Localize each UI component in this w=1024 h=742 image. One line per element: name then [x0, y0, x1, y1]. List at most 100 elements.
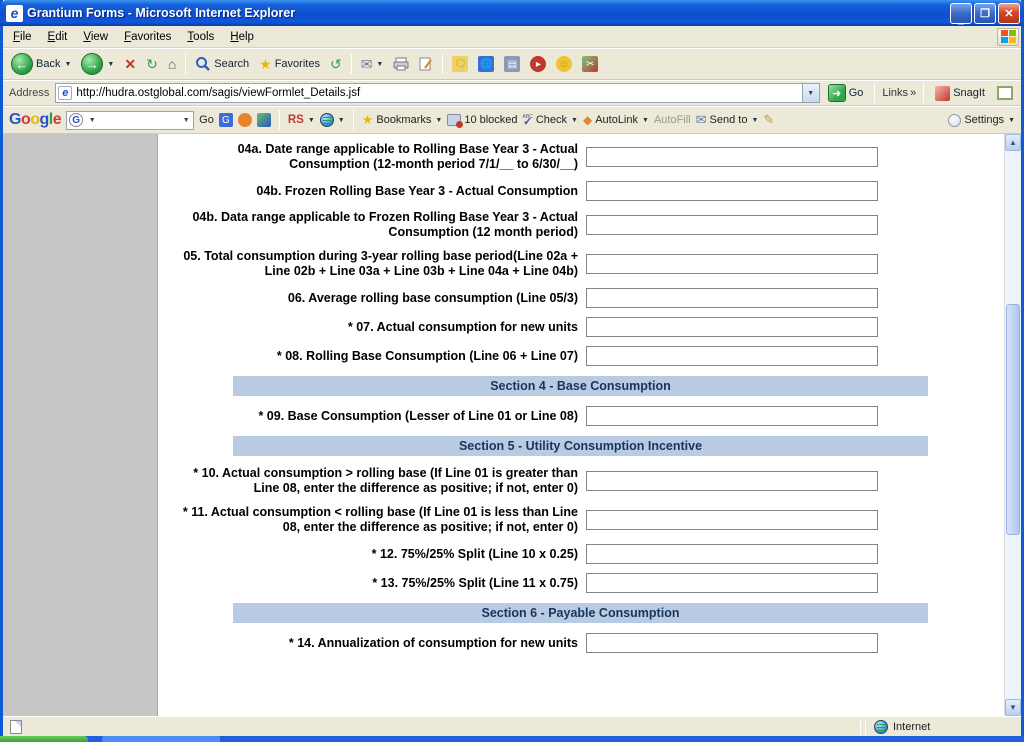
smiley-icon: ☺ — [556, 56, 572, 72]
bookmarks-label: Bookmarks — [376, 114, 431, 126]
settings-button[interactable]: Settings ▼ — [948, 114, 1015, 127]
google-search-input[interactable] — [99, 113, 179, 128]
toolbar-separator — [185, 54, 186, 74]
field-input[interactable] — [586, 215, 878, 235]
field-input[interactable] — [586, 510, 878, 530]
address-dropdown-button[interactable]: ▼ — [802, 84, 819, 102]
page-content: 04a. Date range applicable to Rolling Ba… — [3, 134, 1021, 716]
realplayer-icon: ▸ — [530, 56, 546, 72]
google-logo-letter: e — [53, 111, 61, 128]
forward-button[interactable]: → ▼ — [77, 52, 118, 76]
form-row: * 12. 75%/25% Split (Line 10 x 0.25) — [168, 544, 928, 564]
search-icon — [195, 56, 211, 72]
field-input[interactable] — [586, 346, 878, 366]
field-label: * 09. Base Consumption (Lesser of Line 0… — [168, 409, 578, 424]
autofill-button[interactable]: AutoFill — [654, 114, 691, 126]
edit-button[interactable] — [415, 56, 437, 72]
address-input[interactable] — [76, 85, 801, 101]
star-icon: ★ — [362, 112, 374, 128]
menu-edit[interactable]: Edit — [40, 28, 76, 46]
menu-tools[interactable]: Tools — [179, 28, 222, 46]
research-button[interactable]: ▤ — [500, 55, 524, 73]
google-toolbar: Google G ▼ ▼ Go G RS ▼ ▼ ★ Bookmarks ▼ — [3, 106, 1021, 134]
lucky-icon[interactable] — [238, 113, 252, 127]
snagit-button[interactable]: SnagIt — [931, 85, 989, 102]
discuss-button[interactable]: 🗨 — [448, 55, 472, 73]
minimize-button[interactable]: _ — [950, 3, 972, 24]
menu-file[interactable]: File — [5, 28, 40, 46]
menu-help[interactable]: Help — [222, 28, 262, 46]
field-input[interactable] — [586, 471, 878, 491]
google-search-box: G ▼ ▼ — [66, 111, 194, 130]
mail-button[interactable]: ✉ ▼ — [357, 55, 388, 73]
go-icon: ➜ — [828, 84, 846, 102]
window-capture-icon — [997, 86, 1013, 100]
field-input-cell — [586, 317, 878, 337]
refresh-button[interactable]: ↻ — [142, 55, 162, 73]
chevron-down-icon: ▼ — [571, 117, 578, 124]
menu-view[interactable]: View — [75, 28, 116, 46]
settings-orb-icon — [948, 114, 961, 127]
field-input[interactable] — [586, 633, 878, 653]
messenger-button[interactable]: 🌐 — [474, 55, 498, 73]
chevron-down-icon: ▼ — [107, 61, 114, 68]
print-button[interactable] — [389, 56, 413, 72]
field-input[interactable] — [586, 288, 878, 308]
news-icon[interactable] — [257, 113, 271, 127]
spellcheck-button[interactable]: ABC✓ Check ▼ — [523, 114, 578, 126]
field-input[interactable] — [586, 181, 878, 201]
field-label: * 08. Rolling Base Consumption (Line 06 … — [168, 349, 578, 364]
snagit-window-button[interactable] — [993, 85, 1017, 101]
search-button[interactable]: Search — [191, 55, 253, 73]
google-logo-letter: G — [9, 111, 21, 128]
field-input-cell — [586, 471, 878, 491]
field-input[interactable] — [586, 544, 878, 564]
field-input[interactable] — [586, 147, 878, 167]
rss-button[interactable]: RS ▼ — [288, 114, 315, 126]
back-button[interactable]: ← Back ▼ — [7, 52, 75, 76]
highlighter-icon[interactable]: ✎ — [763, 112, 774, 128]
close-button[interactable]: ✕ — [998, 3, 1020, 24]
favorites-button[interactable]: ★ Favorites — [255, 55, 324, 73]
home-button[interactable]: ⌂ — [164, 55, 180, 73]
vertical-scrollbar[interactable]: ▲ ▼ — [1004, 134, 1021, 716]
start-button-edge[interactable] — [0, 736, 88, 742]
bookmarks-button[interactable]: ★ Bookmarks ▼ — [362, 112, 443, 128]
stop-button[interactable]: ✕ — [120, 55, 140, 73]
site-globe-button[interactable]: ▼ — [320, 113, 345, 127]
go-button[interactable]: ➜ Go — [824, 83, 868, 103]
blocked-label: 10 blocked — [464, 114, 517, 126]
links-button[interactable]: Links » — [882, 87, 916, 99]
realplayer-button[interactable]: ▸ — [526, 55, 550, 73]
window-title: Grantium Forms - Microsoft Internet Expl… — [27, 6, 950, 20]
popup-blocker-button[interactable]: 10 blocked — [447, 114, 517, 126]
scrollbar-track[interactable] — [1005, 151, 1021, 699]
taskbar-sliver — [0, 736, 1024, 742]
scroll-down-button[interactable]: ▼ — [1005, 699, 1021, 716]
google-go-button[interactable]: Go — [199, 114, 214, 126]
refresh-icon: ↻ — [146, 56, 158, 72]
history-button[interactable]: ↺ — [326, 55, 346, 73]
scrollbar-thumb[interactable] — [1006, 304, 1020, 534]
field-input-cell — [586, 181, 878, 201]
wand-icon: ◆ — [583, 113, 592, 127]
form-row: * 10. Actual consumption > rolling base … — [168, 466, 928, 496]
field-input[interactable] — [586, 254, 878, 274]
field-input[interactable] — [586, 317, 878, 337]
form-row: 04a. Date range applicable to Rolling Ba… — [168, 142, 928, 172]
maximize-button[interactable]: ❐ — [974, 3, 996, 24]
research-icon: ▤ — [504, 56, 520, 72]
msn-button[interactable]: ☺ — [552, 55, 576, 73]
field-input[interactable] — [586, 406, 878, 426]
taskbar-window-button-edge[interactable] — [102, 736, 220, 742]
autolink-button[interactable]: ◆ AutoLink ▼ — [583, 113, 649, 127]
form-row: * 07. Actual consumption for new units — [168, 317, 928, 337]
menu-favorites[interactable]: Favorites — [116, 28, 179, 46]
capture-button[interactable]: ✂ — [578, 55, 602, 73]
field-input[interactable] — [586, 573, 878, 593]
sendto-button[interactable]: ✉ Send to ▼ — [696, 112, 759, 128]
scroll-up-button[interactable]: ▲ — [1005, 134, 1021, 151]
search-site-icon[interactable]: G — [219, 113, 233, 127]
globe-icon — [320, 113, 334, 127]
form-row: 04b. Frozen Rolling Base Year 3 - Actual… — [168, 181, 928, 201]
